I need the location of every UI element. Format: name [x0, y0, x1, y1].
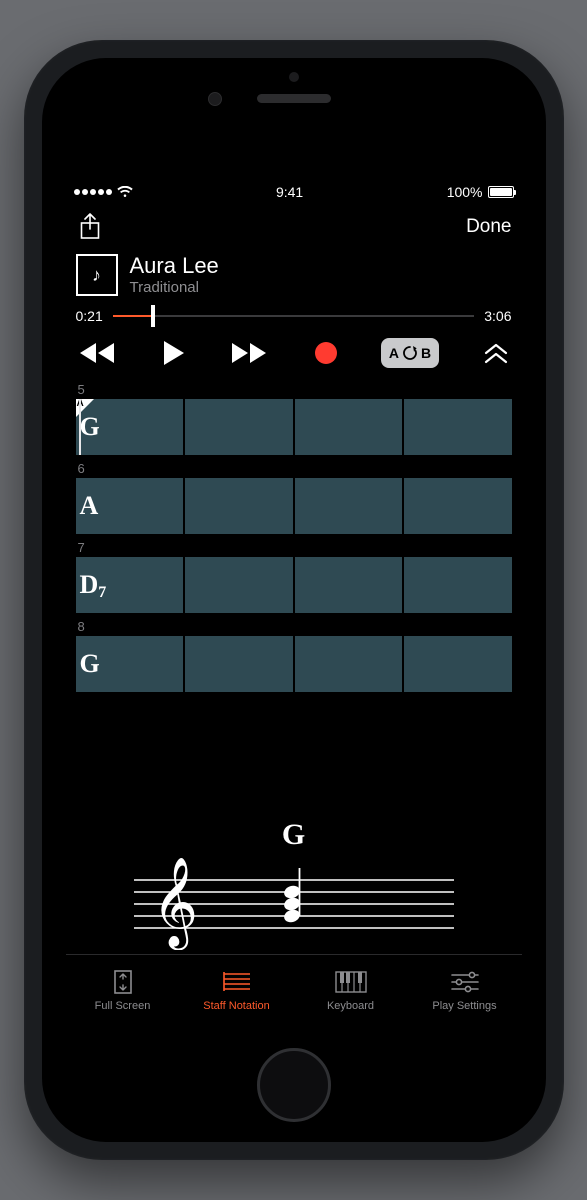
speaker-grille [257, 94, 331, 103]
current-chord-area: G 𝄞 [66, 810, 522, 954]
status-bar: 9:41 100% [66, 180, 522, 204]
home-button[interactable] [257, 1048, 331, 1122]
measure-number: 8 [78, 619, 512, 634]
wifi-icon [117, 186, 133, 198]
measure-chord: G [80, 649, 100, 679]
bottom-tab-bar: Full Screen Staff Notation Keyboard [66, 954, 522, 1024]
measure-cell [295, 478, 403, 534]
measure-cells: GA [76, 399, 512, 455]
measure-cell [185, 399, 293, 455]
staff-svg: 𝄞 [134, 858, 454, 950]
measure-cell [404, 557, 512, 613]
ab-loop-a: A [389, 345, 399, 361]
measure-cell [295, 636, 403, 692]
measure-cell [404, 399, 512, 455]
measure-row[interactable]: 8G [66, 619, 522, 694]
song-title: Aura Lee [130, 254, 219, 278]
measure-cells: A [76, 478, 512, 534]
measure-number: 5 [78, 382, 512, 397]
progress-slider[interactable] [113, 304, 475, 328]
play-icon [162, 340, 186, 366]
play-button[interactable] [162, 338, 186, 368]
current-chord-label: G [66, 818, 522, 852]
staff-notation: 𝄞 [66, 858, 522, 950]
fast-forward-button[interactable] [230, 338, 270, 368]
share-button[interactable] [76, 211, 104, 243]
measure-row[interactable]: 7 D7 [66, 540, 522, 615]
measure-chord: D7 [80, 570, 107, 600]
record-button[interactable] [315, 338, 337, 368]
measure-cells: G [76, 636, 512, 692]
record-icon [315, 342, 337, 364]
tab-full-screen-label: Full Screen [95, 1000, 151, 1012]
tab-play-settings[interactable]: Play Settings [408, 955, 522, 1024]
tab-play-settings-label: Play Settings [432, 1000, 496, 1012]
nav-bar: Done [66, 204, 522, 250]
tab-keyboard-label: Keyboard [327, 1000, 374, 1012]
battery-icon [488, 186, 514, 198]
measure-row[interactable]: 5 GA [66, 382, 522, 457]
progress-row: 0:21 3:06 [66, 298, 522, 330]
transport-bar: A B [66, 330, 522, 378]
loop-icon [401, 345, 419, 361]
proximity-sensor [289, 72, 299, 82]
measure-cell [185, 557, 293, 613]
measure-cell [404, 478, 512, 534]
done-button[interactable]: Done [466, 216, 511, 238]
share-icon [79, 213, 101, 241]
chevron-up-double-icon [483, 342, 509, 364]
total-time: 3:06 [484, 308, 511, 324]
measures-list: 5GA6A7D78G [66, 378, 522, 810]
battery-pct: 100% [447, 184, 483, 200]
measure-row[interactable]: 6A [66, 461, 522, 536]
rewind-icon [78, 341, 118, 365]
measure-chord: A [80, 491, 99, 521]
rewind-button[interactable] [78, 338, 118, 368]
tab-staff-notation-label: Staff Notation [203, 1000, 269, 1012]
measure-cell [295, 399, 403, 455]
measure-number: 7 [78, 540, 512, 555]
collapse-button[interactable] [483, 338, 509, 368]
measure-cell [185, 636, 293, 692]
app-screen: 9:41 100% Done ♪ [66, 180, 522, 1024]
ab-loop-b: B [421, 345, 431, 361]
staff-notation-icon [222, 968, 252, 996]
song-header: ♪ Aura Lee Traditional [66, 250, 522, 298]
keyboard-icon [335, 968, 367, 996]
front-camera [208, 92, 222, 106]
full-screen-icon [111, 968, 135, 996]
status-time: 9:41 [276, 184, 303, 200]
measure-cell [404, 636, 512, 692]
phone-inner: 9:41 100% Done ♪ [42, 58, 546, 1142]
measure-number: 6 [78, 461, 512, 476]
measure-cell [295, 557, 403, 613]
sliders-icon [450, 968, 480, 996]
measure-cell [185, 478, 293, 534]
measure-cells: D7 [76, 557, 512, 613]
phone-frame: 9:41 100% Done ♪ [24, 40, 564, 1160]
song-subtitle: Traditional [130, 279, 219, 296]
ab-loop-button[interactable]: A B [381, 338, 439, 368]
tab-keyboard[interactable]: Keyboard [294, 955, 408, 1024]
tab-staff-notation[interactable]: Staff Notation [180, 955, 294, 1024]
song-icon: ♪ [76, 254, 118, 296]
fast-forward-icon [230, 341, 270, 365]
svg-text:𝄞: 𝄞 [152, 858, 198, 950]
elapsed-time: 0:21 [76, 308, 103, 324]
signal-dots-icon [74, 189, 112, 195]
playhead-line [79, 399, 81, 455]
tab-full-screen[interactable]: Full Screen [66, 955, 180, 1024]
